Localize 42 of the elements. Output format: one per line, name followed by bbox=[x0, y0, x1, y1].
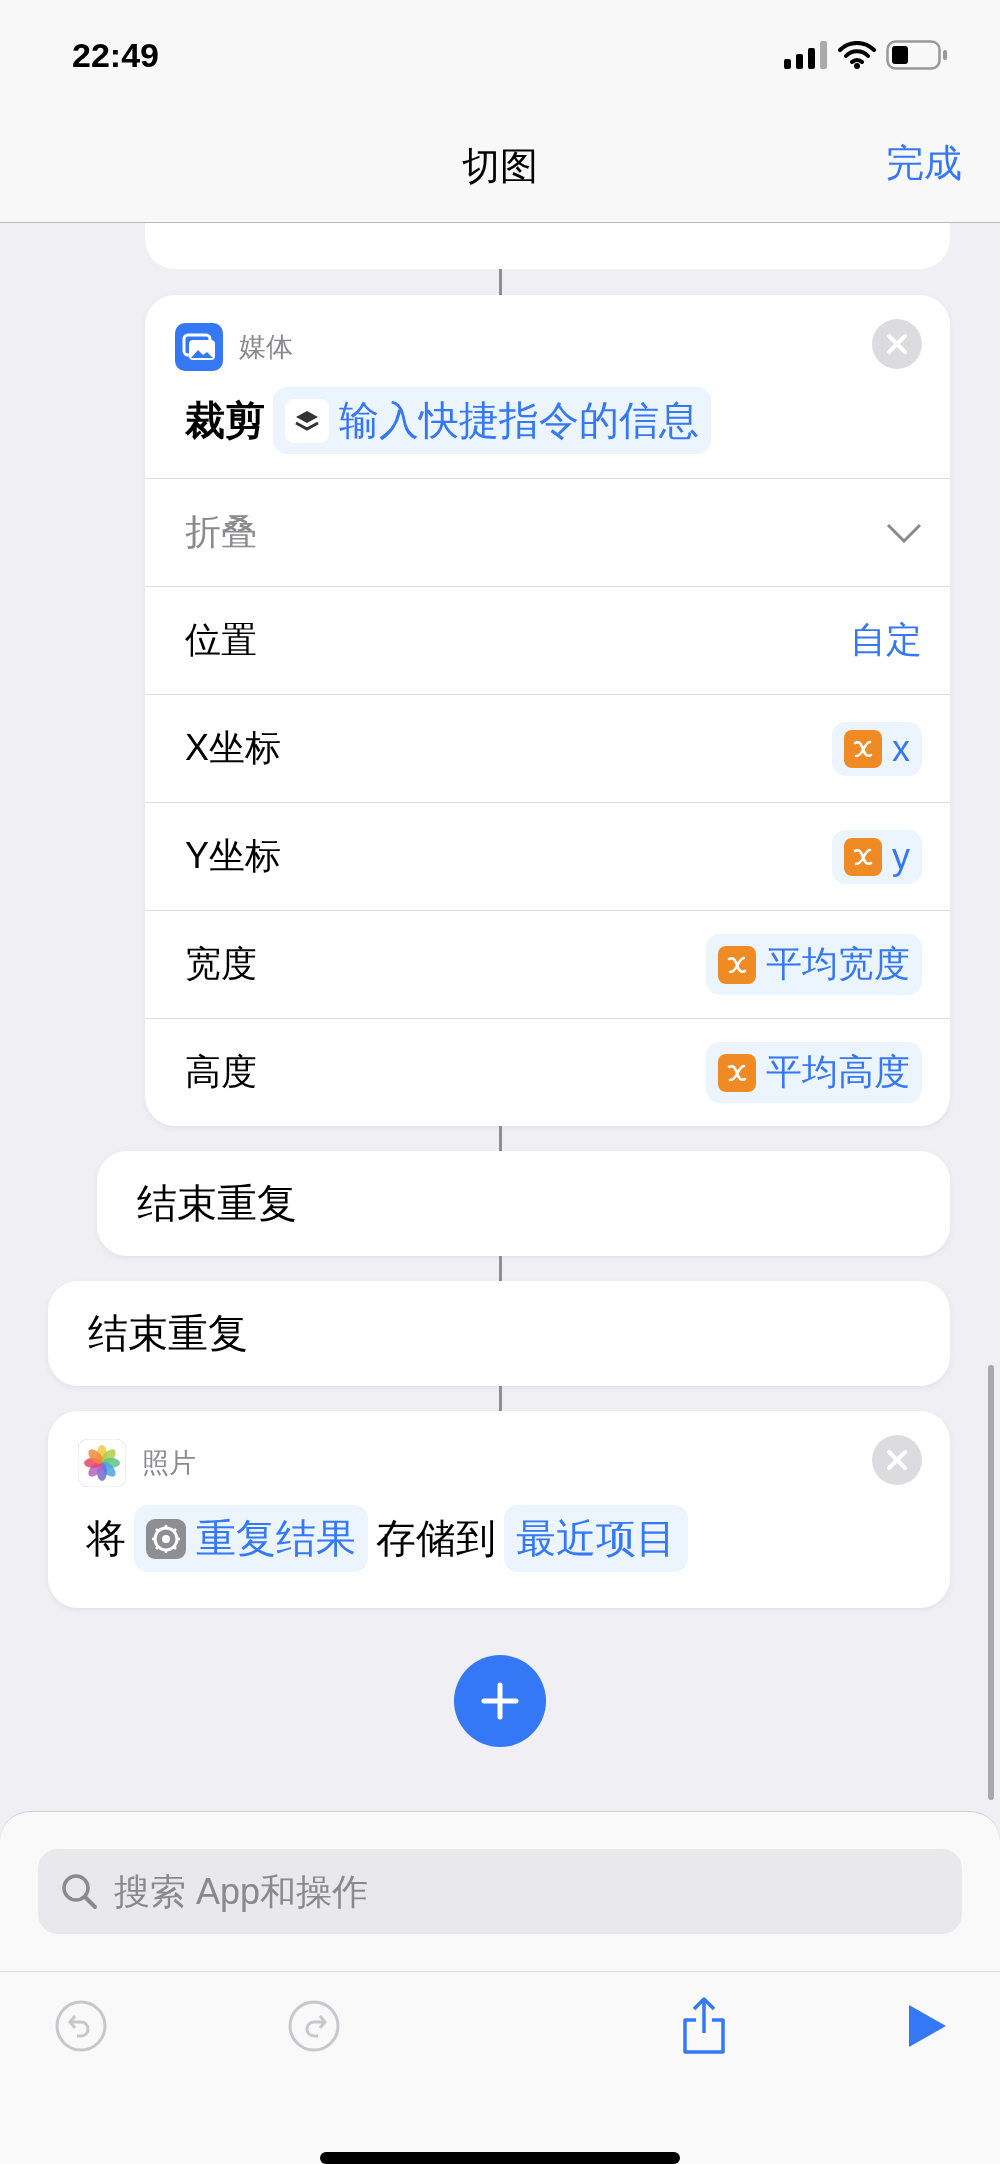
param-label: X坐标 bbox=[185, 726, 281, 770]
wifi-icon bbox=[838, 41, 876, 69]
media-app-icon bbox=[175, 323, 223, 371]
param-label: 位置 bbox=[185, 618, 257, 662]
battery-icon bbox=[886, 40, 948, 70]
signal-icon bbox=[784, 41, 828, 69]
collapse-label[interactable]: 折叠 bbox=[185, 508, 257, 557]
param-value[interactable]: 自定 bbox=[850, 616, 922, 665]
plus-icon bbox=[480, 1681, 520, 1721]
variable-token[interactable]: 平均高度 bbox=[706, 1042, 922, 1103]
close-icon bbox=[886, 333, 908, 355]
variable-token[interactable]: x bbox=[832, 721, 922, 776]
param-label: 高度 bbox=[185, 1050, 257, 1094]
chevron-down-icon[interactable] bbox=[886, 522, 922, 543]
param-label: 宽度 bbox=[185, 942, 257, 986]
close-icon bbox=[886, 1449, 908, 1471]
variable-icon bbox=[718, 945, 756, 984]
variable-token[interactable]: 重复结果 bbox=[134, 1505, 368, 1572]
variable-token[interactable]: y bbox=[832, 829, 922, 884]
variable-icon bbox=[718, 1053, 756, 1092]
status-time: 22:49 bbox=[72, 35, 159, 75]
search-icon bbox=[60, 1872, 98, 1910]
nav-title: 切图 bbox=[462, 143, 538, 189]
action-text: 存储到 bbox=[376, 1515, 496, 1562]
param-token[interactable]: 最近项目 bbox=[504, 1505, 688, 1572]
done-button[interactable]: 完成 bbox=[886, 138, 962, 189]
action-verb: 裁剪 bbox=[185, 397, 265, 444]
photos-app-icon bbox=[78, 1439, 126, 1487]
input-token[interactable]: 输入快捷指令的信息 bbox=[273, 387, 711, 454]
app-name: 媒体 bbox=[239, 331, 293, 364]
variable-icon bbox=[844, 837, 882, 876]
gear-icon bbox=[146, 1518, 186, 1559]
search-field[interactable]: 搜索 App和操作 bbox=[38, 1849, 962, 1934]
layers-icon bbox=[285, 398, 329, 443]
app-name: 照片 bbox=[142, 1447, 196, 1480]
variable-icon bbox=[844, 729, 882, 768]
end-repeat-label: 结束重复 bbox=[137, 1180, 297, 1227]
param-label: Y坐标 bbox=[185, 834, 281, 878]
variable-token[interactable]: 平均宽度 bbox=[706, 934, 922, 995]
action-text: 将 bbox=[86, 1515, 126, 1562]
share-button[interactable] bbox=[680, 1996, 728, 2057]
end-repeat-label: 结束重复 bbox=[88, 1310, 248, 1357]
